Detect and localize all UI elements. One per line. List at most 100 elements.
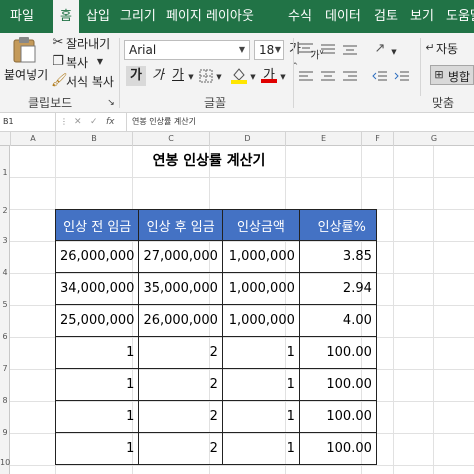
format-painter-label: 서식 복사 — [66, 75, 114, 89]
underline-button[interactable]: 가 — [168, 66, 188, 86]
grid-line — [393, 146, 394, 474]
wrap-text-button[interactable]: ↵ 자동 — [424, 40, 474, 58]
format-painter-button[interactable]: 🖌 서식 복사 — [51, 73, 121, 89]
column-header[interactable]: F — [362, 132, 394, 146]
table-cell[interactable]: 35,000,000 — [138, 272, 223, 305]
column-header[interactable]: B — [56, 132, 133, 146]
align-middle-icon[interactable] — [320, 42, 336, 56]
table-header-cell[interactable]: 인상 후 임금 — [138, 209, 223, 241]
row-header[interactable]: 2 — [0, 206, 10, 215]
dialog-launcher-icon[interactable]: ↘ — [106, 95, 116, 111]
merge-label: 병합 — [448, 70, 471, 84]
font-name-box[interactable]: Arial ▼ — [124, 40, 250, 60]
row-header[interactable]: 3 — [0, 236, 10, 245]
table-header-cell[interactable]: 인상 전 임금 — [54, 209, 140, 241]
paste-button[interactable]: 붙여넣기 — [4, 36, 48, 92]
table-cell[interactable]: 1 — [221, 368, 300, 401]
tab-insert[interactable]: 삽입 — [86, 0, 110, 33]
formula-bar-buttons[interactable]: ⋮ — [60, 113, 68, 131]
align-right-icon[interactable] — [342, 70, 358, 84]
row-header[interactable]: 7 — [0, 364, 10, 373]
table-cell[interactable]: 1 — [54, 400, 140, 433]
select-all-button[interactable] — [0, 132, 11, 146]
align-bottom-icon[interactable] — [342, 42, 358, 56]
table-cell[interactable]: 2 — [138, 336, 223, 369]
chevron-down-icon[interactable]: ▼ — [390, 44, 398, 60]
chevron-down-icon[interactable]: ▼ — [215, 69, 223, 85]
table-header-cell[interactable]: 인상금액 — [221, 209, 300, 241]
column-header[interactable]: E — [286, 132, 362, 146]
align-left-icon[interactable] — [298, 70, 314, 84]
table-cell[interactable]: 1 — [221, 336, 300, 369]
table-cell[interactable]: 3.85 — [298, 240, 377, 273]
decrease-indent-icon[interactable] — [372, 70, 388, 84]
merge-center-button[interactable]: ⊞ 병합 — [430, 65, 474, 85]
tab-help[interactable]: 도움말 — [446, 0, 474, 33]
font-group-label: 글꼴 — [204, 96, 227, 110]
formula-input[interactable]: 연봉 인상률 계산기 — [132, 113, 196, 131]
font-color-icon[interactable]: 가 — [261, 64, 277, 84]
row-header[interactable]: 6 — [0, 332, 10, 341]
table-cell[interactable]: 1,000,000 — [221, 304, 300, 337]
row-header[interactable]: 9 — [0, 428, 10, 437]
align-top-icon[interactable] — [298, 42, 314, 56]
chevron-down-icon[interactable]: ▼ — [187, 69, 195, 85]
table-cell[interactable]: 26,000,000 — [138, 304, 223, 337]
cancel-icon[interactable]: ✕ — [74, 113, 82, 131]
table-cell[interactable]: 1,000,000 — [221, 240, 300, 273]
table-cell[interactable]: 100.00 — [298, 432, 377, 465]
enter-icon[interactable]: ✓ — [90, 113, 98, 131]
tab-page-layout[interactable]: 페이지 레이아웃 — [166, 0, 254, 33]
table-cell[interactable]: 1 — [54, 368, 140, 401]
copy-button[interactable]: ❐ 복사 ▼ — [51, 54, 121, 70]
column-header[interactable]: G — [394, 132, 474, 146]
table-cell[interactable]: 1 — [221, 432, 300, 465]
table-cell[interactable]: 2 — [138, 432, 223, 465]
table-cell[interactable]: 2 — [138, 400, 223, 433]
table-cell[interactable]: 100.00 — [298, 368, 377, 401]
bold-button[interactable]: 가 — [126, 66, 146, 86]
table-cell[interactable]: 26,000,000 — [54, 240, 140, 273]
table-cell[interactable]: 1 — [54, 336, 140, 369]
tab-data[interactable]: 데이터 — [325, 0, 361, 33]
table-cell[interactable]: 4.00 — [298, 304, 377, 337]
table-cell[interactable]: 100.00 — [298, 400, 377, 433]
name-box[interactable]: B1 — [0, 113, 56, 131]
tab-review[interactable]: 검토 — [374, 0, 398, 33]
chevron-down-icon[interactable]: ▼ — [279, 69, 287, 85]
borders-icon[interactable] — [199, 69, 213, 83]
italic-button[interactable]: 가 — [148, 66, 168, 86]
fill-color-icon[interactable] — [231, 66, 247, 84]
chevron-down-icon: ▼ — [274, 45, 281, 54]
column-header[interactable]: D — [210, 132, 286, 146]
table-cell[interactable]: 100.00 — [298, 336, 377, 369]
font-size-box[interactable]: 18 ▼ — [254, 40, 284, 60]
align-center-icon[interactable] — [320, 70, 336, 84]
row-header[interactable]: 1 — [0, 168, 10, 177]
row-header[interactable]: 4 — [0, 268, 10, 277]
increase-indent-icon[interactable] — [394, 70, 410, 84]
row-header[interactable]: 10 — [0, 458, 10, 467]
column-header[interactable]: C — [133, 132, 210, 146]
table-cell[interactable]: 1,000,000 — [221, 272, 300, 305]
row-header[interactable]: 8 — [0, 396, 10, 405]
tab-view[interactable]: 보기 — [410, 0, 434, 33]
insert-function-icon[interactable]: fx — [106, 113, 115, 131]
table-cell[interactable]: 1 — [221, 400, 300, 433]
row-header[interactable]: 5 — [0, 300, 10, 309]
sheet-title[interactable]: 연봉 인상률 계산기 — [55, 150, 363, 170]
table-cell[interactable]: 1 — [54, 432, 140, 465]
table-cell[interactable]: 27,000,000 — [138, 240, 223, 273]
tab-home[interactable]: 홈 — [53, 0, 79, 33]
table-header-cell[interactable]: 인상률% — [298, 209, 377, 241]
column-header[interactable]: A — [11, 132, 56, 146]
table-cell[interactable]: 25,000,000 — [54, 304, 140, 337]
table-cell[interactable]: 2.94 — [298, 272, 377, 305]
chevron-down-icon[interactable]: ▼ — [249, 69, 257, 85]
orientation-icon[interactable]: ↗ — [372, 41, 388, 57]
tab-draw[interactable]: 그리기 — [120, 0, 156, 33]
table-cell[interactable]: 34,000,000 — [54, 272, 140, 305]
tab-file[interactable]: 파일 — [10, 0, 34, 33]
tab-formulas[interactable]: 수식 — [288, 0, 312, 33]
table-cell[interactable]: 2 — [138, 368, 223, 401]
